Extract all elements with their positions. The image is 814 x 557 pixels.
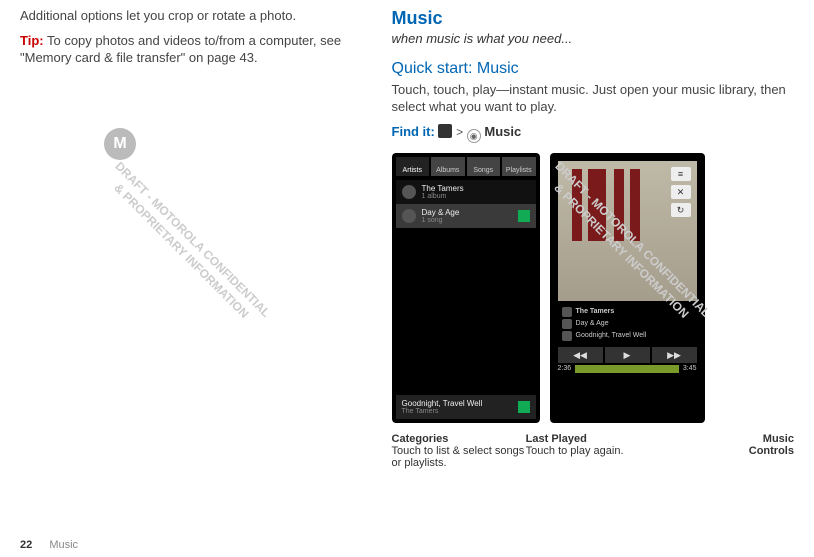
play-button[interactable]: ▶ xyxy=(605,347,650,363)
now-playing-track: Goodnight, Travel Well xyxy=(576,332,647,339)
last-played-artist: The Tamers xyxy=(402,408,483,415)
page-footer: 22 Music xyxy=(20,539,78,551)
play-mini-icon[interactable] xyxy=(518,210,530,222)
phone-screenshot-player: ≡ ✕ ↻ The Tamers Day & Age Goodnight, Tr… xyxy=(550,153,705,423)
last-played-row[interactable]: Goodnight, Travel Well The Tamers xyxy=(396,395,536,419)
album-name: Day & Age xyxy=(422,208,460,217)
artist-subtext: 1 album xyxy=(422,193,464,200)
play-mini-icon[interactable] xyxy=(518,401,530,413)
footer-section: Music xyxy=(49,539,78,551)
album-thumb-icon xyxy=(402,209,416,223)
time-total: 3:45 xyxy=(683,365,697,372)
find-it-label: Find it: xyxy=(392,124,435,139)
progress-bar[interactable] xyxy=(575,365,679,373)
legend-categories-heading: Categories xyxy=(392,433,526,445)
now-playing-album: Day & Age xyxy=(576,320,609,327)
page-number: 22 xyxy=(20,539,32,551)
album-art: ≡ ✕ ↻ xyxy=(558,161,697,301)
legend-categories-text: Touch to list & select songs or playlist… xyxy=(392,445,526,469)
tab-playlists[interactable]: Playlists xyxy=(502,157,536,176)
nav-chevron: > xyxy=(456,125,463,139)
section-tagline: when music is what you need... xyxy=(392,31,794,46)
app-launcher-icon xyxy=(438,124,452,138)
legend-music-heading-2: Controls xyxy=(660,445,794,457)
quickstart-heading: Quick start: Music xyxy=(392,60,794,78)
artist-name: The Tamers xyxy=(422,184,464,193)
tab-songs[interactable]: Songs xyxy=(467,157,501,176)
album-icon xyxy=(562,319,572,329)
legend-lastplayed-text: Touch to play again. xyxy=(526,445,660,457)
last-played-track: Goodnight, Travel Well xyxy=(402,399,483,408)
tip-label: Tip: xyxy=(20,33,44,48)
queue-icon[interactable]: ≡ xyxy=(671,167,691,181)
find-it-line: Find it: > ◉ Music xyxy=(392,124,794,143)
tab-albums[interactable]: Albums xyxy=(431,157,465,176)
artist-icon xyxy=(562,307,572,317)
prev-button[interactable]: ◀◀ xyxy=(558,347,603,363)
left-tip: Tip: To copy photos and videos to/from a… xyxy=(20,33,372,67)
phone-screenshot-library: Artists Albums Songs Playlists The Tamer… xyxy=(392,153,540,423)
tab-artists[interactable]: Artists xyxy=(396,157,430,176)
list-item[interactable]: Day & Age 1 song xyxy=(396,204,536,228)
legend-music-heading-1: Music xyxy=(660,433,794,445)
left-paragraph-1: Additional options let you crop or rotat… xyxy=(20,8,372,25)
shuffle-icon[interactable]: ✕ xyxy=(671,185,691,199)
time-current: 2:36 xyxy=(558,365,572,372)
now-playing-artist: The Tamers xyxy=(576,308,615,315)
music-app-icon: ◉ xyxy=(467,129,481,143)
track-icon xyxy=(562,331,572,341)
section-title-music: Music xyxy=(392,8,794,29)
tip-text: To copy photos and videos to/from a comp… xyxy=(20,33,341,65)
artist-thumb-icon xyxy=(402,185,416,199)
find-it-music-label: Music xyxy=(484,124,521,139)
quickstart-paragraph: Touch, touch, play—instant music. Just o… xyxy=(392,82,794,116)
list-item[interactable]: The Tamers 1 album xyxy=(396,180,536,204)
motorola-badge-icon: M xyxy=(104,128,136,160)
repeat-icon[interactable]: ↻ xyxy=(671,203,691,217)
album-subtext: 1 song xyxy=(422,217,460,224)
next-button[interactable]: ▶▶ xyxy=(652,347,697,363)
legend-lastplayed-heading: Last Played xyxy=(526,433,660,445)
